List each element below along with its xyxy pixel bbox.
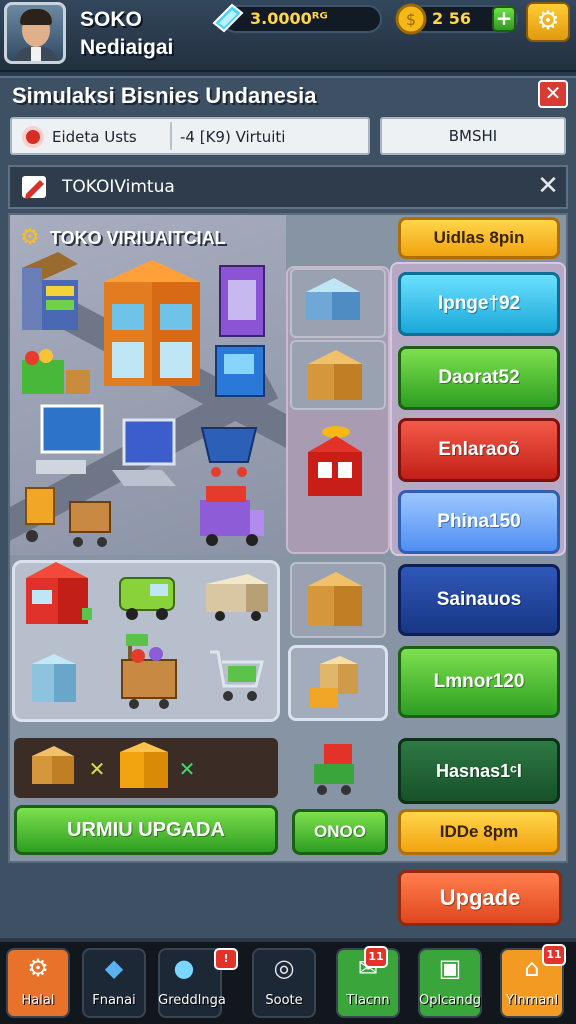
multiply-icon: ✕	[88, 757, 106, 781]
box-icon: ◆	[104, 954, 124, 982]
van-icon[interactable]	[116, 568, 180, 622]
nav-label: Tlacnn	[346, 993, 390, 1008]
gem-icon	[212, 3, 244, 33]
nav-label: Halal	[21, 993, 55, 1008]
green-action-button[interactable]: Daorat52	[398, 346, 560, 410]
tray-icon	[306, 278, 360, 320]
pencil-icon	[22, 176, 46, 199]
upgrade-button[interactable]: Upgade	[398, 870, 562, 926]
tab-data[interactable]: Eideta Usts	[52, 126, 162, 148]
nav-label: Fnanai	[92, 993, 136, 1008]
player-name: SOKO Nediaigai	[80, 8, 174, 59]
multiply-icon: ✕	[178, 757, 196, 781]
gold-value: 2 56	[432, 9, 471, 28]
shop-header-title: TOKOIVimtua	[62, 177, 175, 197]
laptop-icon[interactable]	[110, 418, 180, 492]
nav-label: Oplcandg	[419, 993, 481, 1008]
navy-action-button[interactable]: Sainauos	[398, 564, 560, 636]
spin-button[interactable]: Uidlas 8pin	[398, 217, 560, 259]
notification-badge: 11	[542, 944, 566, 966]
cart-truck-icon	[314, 744, 354, 795]
parcel-stack-icon	[310, 656, 358, 708]
store-building-icon[interactable]	[100, 258, 204, 392]
goods-box-icon	[308, 350, 362, 400]
storage-box-icon[interactable]	[28, 650, 80, 708]
green-action-button-2[interactable]: Lmnor120	[398, 646, 560, 718]
hand-truck-icon[interactable]	[18, 484, 62, 546]
cart-full-icon[interactable]	[66, 494, 116, 550]
close-shop-button[interactable]: ✕	[534, 172, 562, 200]
notification-badge: !	[214, 948, 238, 970]
gold-coin-icon: $	[395, 3, 427, 35]
tab-bmshi[interactable]: BMSHI	[380, 117, 566, 155]
upgrade-main-button[interactable]: URMIU UPGADA	[14, 805, 278, 855]
settings-gear-button[interactable]: ⚙	[526, 2, 570, 42]
ring-icon: ◎	[273, 954, 295, 982]
blue-action-button[interactable]: Phina150	[398, 490, 560, 554]
treasure-box-icon	[32, 746, 74, 784]
produce-cart-icon[interactable]	[118, 632, 180, 712]
gems-value: 3.0000ᴿᴳ	[250, 9, 328, 28]
gift-icon: ▣	[438, 954, 462, 982]
nav-label: Greddlnga	[158, 993, 226, 1008]
red-action-button[interactable]: Enlaraoõ	[398, 418, 560, 482]
vending-machine-icon[interactable]	[216, 262, 268, 340]
add-gold-button[interactable]: +	[492, 6, 516, 32]
notification-badge: 11	[364, 946, 388, 968]
cyan-action-button[interactable]: Ipnge†92	[398, 272, 560, 336]
kiosk-icon	[308, 426, 362, 496]
shopping-cart-icon[interactable]	[206, 646, 266, 708]
darkgreen-action-button[interactable]: Hasnas1ᶜI	[398, 738, 560, 804]
orange-box-icon	[120, 742, 168, 788]
player-avatar[interactable]	[4, 2, 66, 64]
tab-divider	[170, 122, 172, 150]
store-front-icon[interactable]	[22, 556, 92, 630]
atm-machine-icon[interactable]	[212, 342, 268, 400]
shopping-basket-icon[interactable]	[196, 414, 262, 480]
produce-crate-icon[interactable]	[20, 344, 92, 398]
gear-icon: ⚙	[27, 954, 49, 982]
market-stall-icon[interactable]	[18, 250, 82, 340]
shop-title: TOKO VIRIUAITCIAL	[50, 228, 226, 248]
spin-button-2[interactable]: IDDe 8pm	[398, 809, 560, 855]
gear-icon: ⚙	[20, 225, 40, 250]
cargo-truck-icon[interactable]	[202, 570, 272, 622]
delivery-truck-icon[interactable]	[196, 480, 268, 550]
close-panel-button[interactable]: ✕	[538, 80, 568, 108]
panel-title: Simulaksi Bisnies Undanesia	[12, 83, 317, 108]
crystal-icon: ●	[173, 954, 195, 982]
nav-label: Soote	[265, 993, 303, 1008]
tab-virtual[interactable]: -4 [K9) Virtuiti	[180, 126, 360, 148]
svg-text:$: $	[406, 10, 416, 29]
record-icon	[22, 126, 44, 148]
nav-label: Ylnmanl	[505, 993, 559, 1008]
computer-icon[interactable]	[32, 402, 108, 480]
small-counter-button[interactable]: ONOO	[292, 809, 388, 855]
cardboard-box-icon	[308, 572, 362, 626]
